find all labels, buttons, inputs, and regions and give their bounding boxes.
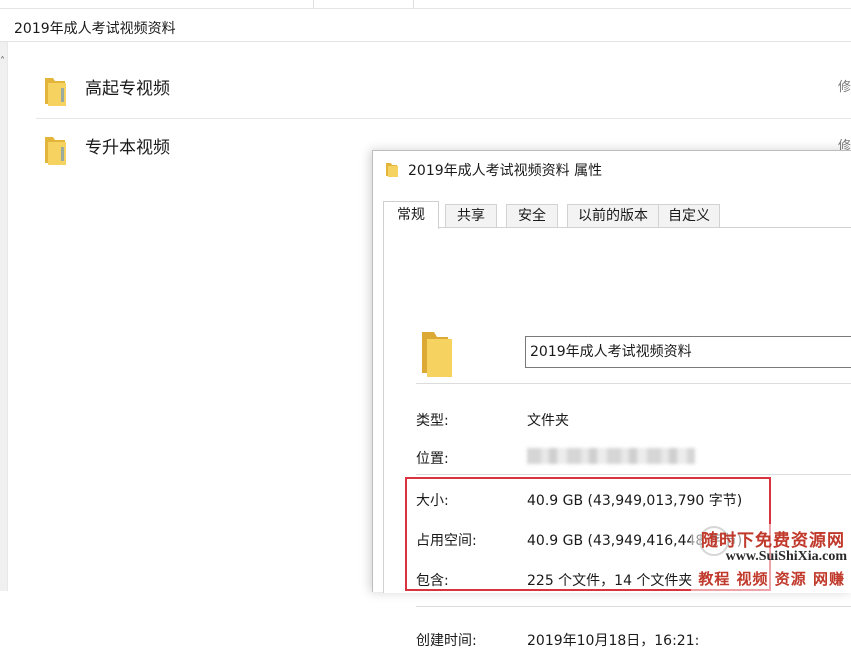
tab-security[interactable]: 安全 — [506, 204, 558, 228]
column-divider — [413, 0, 414, 8]
folder-icon — [386, 163, 398, 177]
dialog-title-bar[interactable]: 2019年成人考试视频资料 属性 — [373, 151, 851, 187]
file-name: 专升本视频 — [85, 138, 170, 158]
folder-icon — [45, 78, 66, 106]
type-label: 类型: — [416, 413, 449, 429]
address-text: 2019年成人考试视频资料 — [14, 21, 176, 37]
navigation-pane[interactable]: ˄ — [0, 42, 8, 591]
dialog-title: 2019年成人考试视频资料 属性 — [408, 163, 603, 179]
tab-sharing[interactable]: 共享 — [445, 204, 497, 228]
window-top-strip — [0, 0, 851, 9]
location-label: 位置: — [416, 451, 449, 467]
tab-customize[interactable]: 自定义 — [658, 204, 720, 228]
list-item[interactable]: 高起专视频 修 — [36, 60, 851, 118]
address-bar[interactable]: 2019年成人考试视频资料 — [0, 9, 851, 42]
divider — [416, 474, 851, 475]
chevron-up-icon[interactable]: ˄ — [0, 56, 5, 67]
location-value-redacted — [527, 448, 695, 464]
watermark-title: 随时下免费资源网 — [701, 531, 845, 551]
column-divider — [313, 0, 314, 8]
watermark: 随时下免费资源网 www.SuiShiXia.com 教程 视频 资源 网赚 — [691, 524, 851, 591]
tab-previous-versions[interactable]: 以前的版本 — [567, 204, 659, 228]
watermark-tagline: 教程 视频 资源 网赚 — [698, 570, 845, 588]
divider — [416, 606, 851, 607]
modified-column: 修 — [837, 80, 851, 95]
tab-general[interactable]: 常规 — [383, 201, 439, 229]
created-value: 2019年10月18日，16:21: — [527, 633, 700, 649]
divider — [416, 383, 851, 384]
folder-icon — [422, 332, 452, 377]
folder-name-field[interactable]: 2019年成人考试视频资料 — [525, 336, 851, 368]
type-value: 文件夹 — [527, 413, 569, 429]
watermark-url: www.SuiShiXia.com — [725, 549, 847, 564]
folder-icon — [45, 137, 66, 165]
created-label: 创建时间: — [416, 633, 477, 649]
file-name: 高起专视频 — [85, 79, 170, 99]
